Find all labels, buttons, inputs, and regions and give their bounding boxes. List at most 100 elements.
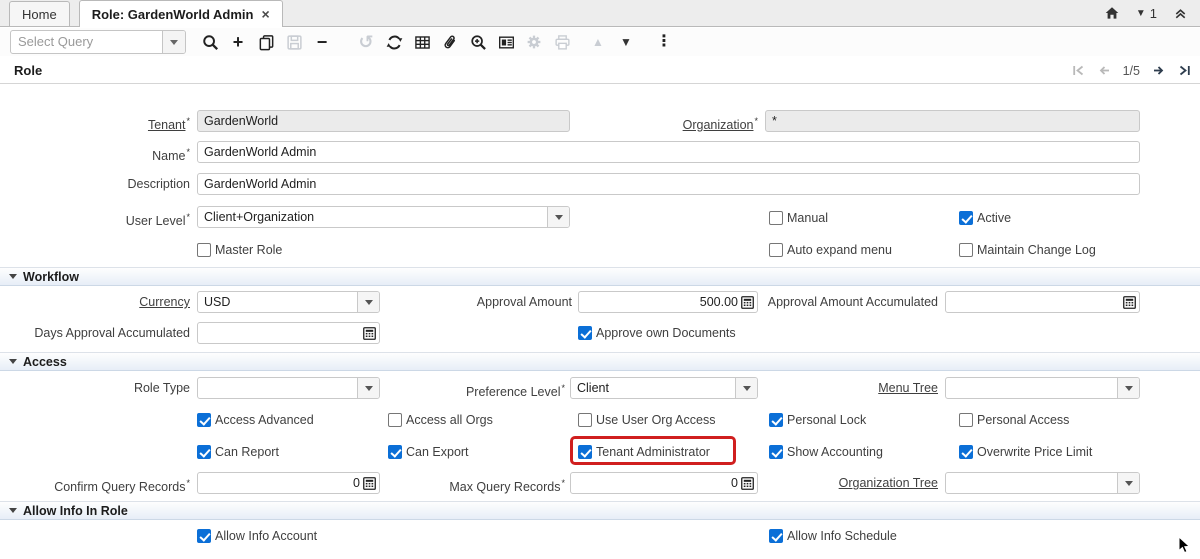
tenant-field: GardenWorld (197, 110, 570, 132)
page-title: Role (14, 63, 42, 78)
menu-tree-label[interactable]: Menu Tree (740, 377, 938, 399)
preference-level-select[interactable]: Client (570, 377, 758, 399)
close-tab-icon[interactable]: × (261, 7, 269, 21)
dropdown-arrow-icon[interactable] (357, 292, 379, 312)
confirm-query-records-value: 0 (198, 476, 363, 490)
checkbox-box[interactable] (959, 445, 973, 459)
checkbox-personal-access[interactable]: Personal Access (959, 412, 1069, 428)
days-approval-accumulated-label: Days Approval Accumulated (0, 322, 190, 344)
checkbox-show-accounting[interactable]: Show Accounting (769, 444, 883, 460)
checkbox-box[interactable] (959, 243, 973, 257)
attachment-button[interactable] (436, 29, 464, 55)
dropdown-arrow-icon[interactable] (1117, 473, 1139, 493)
window-selector[interactable]: ▼ 1 (1136, 6, 1157, 21)
last-record-icon[interactable] (1177, 63, 1192, 78)
checkbox-box[interactable] (388, 413, 402, 427)
record-pager: 1/5 (1071, 59, 1192, 81)
section-workflow[interactable]: Workflow (0, 267, 1200, 286)
grid-toggle-button[interactable] (408, 29, 436, 55)
checkbox-box[interactable] (197, 243, 211, 257)
organization-tree-label[interactable]: Organization Tree (740, 472, 938, 494)
window-header-row: Role 1/5 (0, 56, 1200, 84)
dropdown-arrow-icon[interactable] (1117, 378, 1139, 398)
paperclip-icon (442, 34, 459, 51)
toolbar: Select Query + − ↺ (0, 28, 1200, 56)
checkbox-can-report[interactable]: Can Report (197, 444, 279, 460)
checkbox-box[interactable] (578, 326, 592, 340)
organization-label[interactable]: Organization* (560, 110, 758, 132)
calculator-icon[interactable] (363, 327, 376, 340)
checkbox-access-advanced[interactable]: Access Advanced (197, 412, 314, 428)
max-query-records-field[interactable]: 0 (570, 472, 758, 494)
checkbox-box[interactable] (959, 413, 973, 427)
minus-icon: − (317, 33, 328, 51)
organization-tree-select[interactable] (945, 472, 1140, 494)
checkbox-use-user-org-access[interactable]: Use User Org Access (578, 412, 715, 428)
checkbox-box[interactable] (769, 445, 783, 459)
role-type-select[interactable] (197, 377, 380, 399)
select-query-dropdown-icon[interactable] (162, 31, 185, 53)
checkbox-box[interactable] (769, 529, 783, 543)
checkbox-box[interactable] (769, 243, 783, 257)
tenant-value: GardenWorld (198, 114, 569, 128)
days-approval-accumulated-field[interactable] (197, 322, 380, 344)
save-button (280, 29, 308, 55)
checkbox-box[interactable] (959, 211, 973, 225)
currency-label[interactable]: Currency (0, 291, 190, 313)
checkbox-box[interactable] (769, 413, 783, 427)
tab-role-gardenworld-admin[interactable]: Role: GardenWorld Admin × (79, 0, 283, 27)
checkbox-box[interactable] (197, 413, 211, 427)
new-record-button[interactable]: + (224, 29, 252, 55)
more-actions-button[interactable]: ⋮ (650, 29, 678, 55)
detail-record-button[interactable]: ▼ (612, 29, 640, 55)
approval-amount-accumulated-field[interactable] (945, 291, 1140, 313)
user-level-select[interactable]: Client+Organization (197, 206, 570, 228)
find-record-button[interactable] (196, 29, 224, 55)
home-icon[interactable] (1104, 5, 1120, 21)
delete-record-button[interactable]: − (308, 29, 336, 55)
description-field[interactable]: GardenWorld Admin (197, 173, 1140, 195)
next-record-icon[interactable] (1151, 63, 1166, 78)
menu-tree-select[interactable] (945, 377, 1140, 399)
checkbox-box[interactable] (388, 445, 402, 459)
calculator-icon[interactable] (363, 477, 376, 490)
tenant-label[interactable]: Tenant* (0, 110, 190, 132)
refresh-button[interactable] (380, 29, 408, 55)
select-query-combobox[interactable]: Select Query (10, 30, 186, 54)
user-level-label: User Level* (0, 206, 190, 228)
checkbox-maintain-change-log[interactable]: Maintain Change Log (959, 242, 1096, 258)
checkbox-box[interactable] (769, 211, 783, 225)
section-allow-info-in-role[interactable]: Allow Info In Role (0, 501, 1200, 520)
checkbox-box[interactable] (578, 445, 592, 459)
checkbox-box[interactable] (578, 413, 592, 427)
checkbox-access-all-orgs[interactable]: Access all Orgs (388, 412, 493, 428)
checkbox-allow-info-schedule[interactable]: Allow Info Schedule (769, 528, 897, 544)
checkbox-personal-lock[interactable]: Personal Lock (769, 412, 866, 428)
checkbox-box[interactable] (197, 445, 211, 459)
dropdown-arrow-icon[interactable] (357, 378, 379, 398)
checkbox-auto-expand-menu[interactable]: Auto expand menu (769, 242, 892, 258)
section-access[interactable]: Access (0, 352, 1200, 371)
checkbox-tenant-administrator[interactable]: Tenant Administrator (578, 444, 710, 460)
record-info-button[interactable] (492, 29, 520, 55)
checkbox-can-export[interactable]: Can Export (388, 444, 469, 460)
checkbox-manual[interactable]: Manual (769, 210, 828, 226)
tab-home-label: Home (22, 7, 57, 22)
copy-record-button[interactable] (252, 29, 280, 55)
checkbox-active[interactable]: Active (959, 210, 1011, 226)
checkbox-box[interactable] (197, 529, 211, 543)
tab-home[interactable]: Home (9, 1, 70, 26)
collapse-header-icon[interactable] (1173, 6, 1188, 21)
calculator-icon[interactable] (1123, 296, 1136, 309)
dropdown-arrow-icon[interactable] (547, 207, 569, 227)
zoom-across-button[interactable] (464, 29, 492, 55)
confirm-query-records-field[interactable]: 0 (197, 472, 380, 494)
checkbox-approve-own-documents[interactable]: Approve own Documents (578, 325, 736, 341)
currency-select[interactable]: USD (197, 291, 380, 313)
description-value: GardenWorld Admin (198, 177, 1139, 191)
record-info-icon (498, 34, 515, 51)
checkbox-allow-info-account[interactable]: Allow Info Account (197, 528, 317, 544)
checkbox-overwrite-price-limit[interactable]: Overwrite Price Limit (959, 444, 1092, 460)
checkbox-master-role[interactable]: Master Role (197, 242, 282, 258)
name-field[interactable]: GardenWorld Admin (197, 141, 1140, 163)
